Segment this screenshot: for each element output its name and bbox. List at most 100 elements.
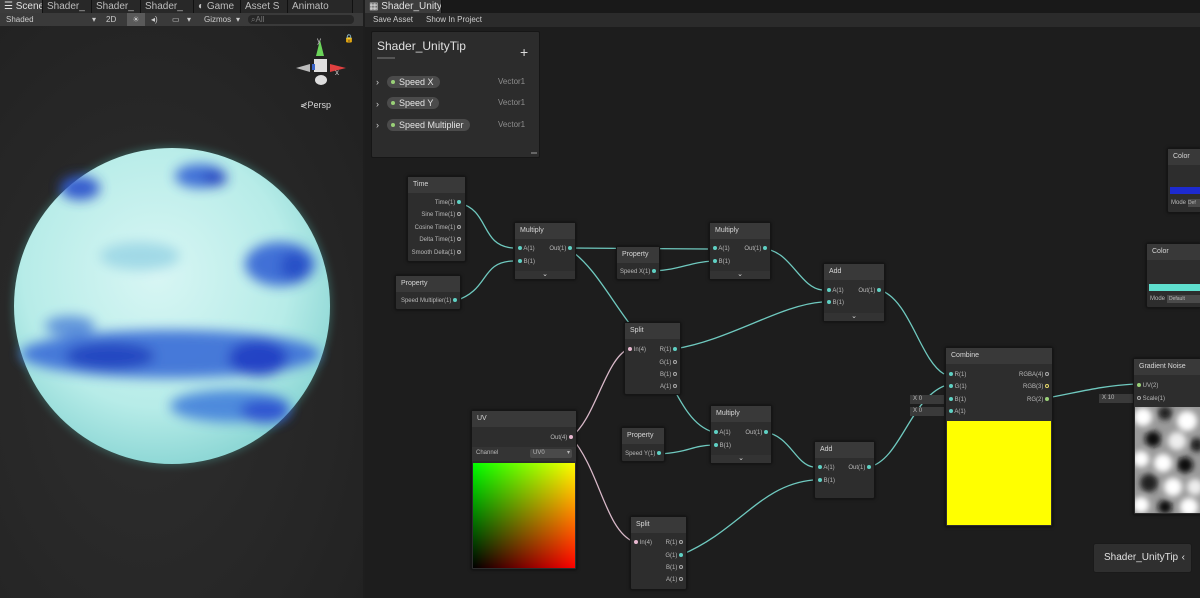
port-multiply2-a[interactable]: A(1) bbox=[713, 244, 730, 254]
node-gradient-noise[interactable]: Gradient Noise UV(2) Scale(1) bbox=[1133, 358, 1200, 515]
port-noise-scale[interactable]: Scale(1) bbox=[1137, 394, 1165, 404]
port-multiply3-out[interactable]: Out(1) bbox=[745, 428, 768, 438]
port-add1-b[interactable]: B(1) bbox=[827, 298, 844, 308]
node-color-1[interactable]: Color Mode Def bbox=[1167, 148, 1200, 213]
port-smooth-delta[interactable]: Smooth Delta(1) bbox=[412, 248, 461, 258]
node-title: Color bbox=[1147, 244, 1200, 260]
noise-scale-inline-input[interactable]: X 10 bbox=[1099, 394, 1135, 403]
port-speed-y-out[interactable]: Speed Y(1) bbox=[625, 449, 661, 459]
mode-dropdown[interactable]: Default bbox=[1167, 295, 1200, 303]
port-multiply1-out[interactable]: Out(1) bbox=[549, 244, 572, 254]
port-dot-icon bbox=[818, 478, 822, 483]
expand-chevron-icon[interactable]: › bbox=[376, 120, 379, 130]
port-dot-icon bbox=[827, 288, 831, 293]
property-speed-y[interactable]: Speed Y bbox=[387, 97, 440, 109]
node-color-2[interactable]: Color Mode Default bbox=[1146, 243, 1200, 308]
mode-dropdown[interactable]: Def bbox=[1188, 199, 1200, 207]
wire-time-multiply1 bbox=[458, 202, 514, 249]
port-combine-rgb[interactable]: RGB(3) bbox=[1023, 382, 1049, 392]
port-combine-b[interactable]: B(1) bbox=[949, 395, 966, 405]
channel-dropdown[interactable]: UV0 ▾ bbox=[530, 449, 572, 458]
port-add1-out[interactable]: Out(1) bbox=[858, 286, 881, 296]
port-dot-icon bbox=[867, 465, 871, 470]
node-uv[interactable]: UV Out(4) Channel UV0 ▾ bbox=[471, 410, 577, 570]
port-dot-icon bbox=[764, 430, 768, 435]
node-multiply-3[interactable]: Multiply A(1) B(1) Out(1) ⌄ bbox=[710, 405, 772, 464]
port-add2-a[interactable]: A(1) bbox=[818, 463, 835, 473]
port-split1-g[interactable]: G(1) bbox=[659, 358, 677, 368]
port-noise-uv[interactable]: UV(2) bbox=[1137, 381, 1158, 391]
port-uv-out[interactable]: Out(4) bbox=[550, 433, 573, 443]
port-cosine-time[interactable]: Cosine Time(1) bbox=[415, 223, 461, 233]
color-swatch[interactable] bbox=[1149, 284, 1200, 291]
port-add2-out[interactable]: Out(1) bbox=[848, 463, 871, 473]
combine-b-inline-input[interactable]: X 0 bbox=[910, 395, 944, 404]
port-add1-a[interactable]: A(1) bbox=[827, 286, 844, 296]
node-title: Split bbox=[631, 517, 686, 533]
port-multiply1-b[interactable]: B(1) bbox=[518, 257, 535, 267]
port-split2-r[interactable]: R(1) bbox=[666, 538, 683, 548]
port-combine-rg[interactable]: RG(2) bbox=[1027, 395, 1049, 405]
port-split2-b[interactable]: B(1) bbox=[666, 563, 683, 573]
property-speed-multiplier[interactable]: Speed Multiplier bbox=[387, 119, 470, 131]
property-speed-x[interactable]: Speed X bbox=[387, 76, 440, 88]
node-combine[interactable]: Combine R(1) G(1) B(1) A(1) RGBA(4) RGB(… bbox=[945, 347, 1053, 527]
port-split1-r[interactable]: R(1) bbox=[660, 345, 677, 355]
port-dot-icon bbox=[1137, 396, 1141, 401]
collapse-chevron-icon[interactable]: ⌄ bbox=[711, 455, 771, 463]
port-split2-in[interactable]: In(4) bbox=[634, 538, 652, 548]
port-delta-time[interactable]: Delta Time(1) bbox=[419, 235, 461, 245]
collapse-chevron-icon[interactable]: ⌄ bbox=[710, 271, 770, 279]
port-multiply3-b[interactable]: B(1) bbox=[714, 441, 731, 451]
port-dot-icon bbox=[1045, 384, 1049, 389]
wire-speedmult-multiply1 bbox=[454, 260, 514, 302]
resize-handle[interactable] bbox=[531, 152, 537, 154]
port-multiply1-a[interactable]: A(1) bbox=[518, 244, 535, 254]
node-property-speed-y[interactable]: Property Speed Y(1) bbox=[621, 427, 665, 462]
node-multiply-2[interactable]: Multiply A(1) B(1) Out(1) ⌄ bbox=[709, 222, 771, 280]
mode-label: Mode bbox=[1150, 296, 1166, 302]
expand-chevron-icon[interactable]: › bbox=[376, 99, 379, 109]
node-multiply-1[interactable]: Multiply A(1) B(1) Out(1) ⌄ bbox=[514, 222, 576, 280]
node-split-2[interactable]: Split In(4) R(1) G(1) B(1) A(1) bbox=[630, 516, 687, 590]
combine-a-inline-input[interactable]: X 0 bbox=[910, 407, 944, 416]
port-add2-b[interactable]: B(1) bbox=[818, 476, 835, 486]
node-add-1[interactable]: Add A(1) B(1) Out(1) ⌄ bbox=[823, 263, 885, 322]
port-combine-a[interactable]: A(1) bbox=[949, 407, 966, 417]
collapse-arrow-icon[interactable]: ‹ bbox=[1182, 544, 1185, 572]
port-dot-icon bbox=[949, 372, 953, 377]
port-split2-a[interactable]: A(1) bbox=[666, 575, 683, 585]
expand-chevron-icon[interactable]: › bbox=[376, 77, 379, 87]
dropdown-arrow-icon: ▾ bbox=[566, 450, 570, 456]
port-multiply2-b[interactable]: B(1) bbox=[713, 257, 730, 267]
subtitle-divider bbox=[377, 57, 395, 59]
property-type-speed-x: Vector1 bbox=[498, 77, 526, 86]
port-speed-x-out[interactable]: Speed X(1) bbox=[620, 267, 656, 277]
port-multiply2-out[interactable]: Out(1) bbox=[744, 244, 767, 254]
port-multiply3-a[interactable]: A(1) bbox=[714, 428, 731, 438]
add-property-button[interactable]: + bbox=[520, 44, 528, 60]
port-split1-a[interactable]: A(1) bbox=[660, 382, 677, 392]
node-title: Combine bbox=[946, 348, 1052, 364]
collapse-chevron-icon[interactable]: ⌄ bbox=[824, 313, 884, 321]
node-time[interactable]: Time Time(1) Sine Time(1) Cosine Time(1)… bbox=[407, 176, 466, 262]
blackboard-title: Shader_UnityTip bbox=[377, 39, 466, 53]
blackboard-panel[interactable]: Shader_UnityTip + › Speed X Vector1 › Sp… bbox=[371, 31, 540, 158]
node-add-2[interactable]: Add A(1) B(1) Out(1) bbox=[814, 441, 875, 499]
node-property-speed-x[interactable]: Property Speed X(1) bbox=[616, 246, 660, 280]
graph-name-badge[interactable]: Shader_UnityTip ‹ bbox=[1093, 543, 1192, 573]
port-dot-icon bbox=[518, 259, 522, 264]
port-split1-b[interactable]: B(1) bbox=[660, 370, 677, 380]
port-combine-rgba[interactable]: RGBA(4) bbox=[1019, 370, 1049, 380]
port-combine-r[interactable]: R(1) bbox=[949, 370, 966, 380]
port-sine-time[interactable]: Sine Time(1) bbox=[421, 210, 461, 220]
node-property-speed-multiplier[interactable]: Property Speed Multiplier(1) bbox=[395, 275, 461, 310]
port-speed-multiplier-out[interactable]: Speed Multiplier(1) bbox=[401, 296, 457, 306]
port-combine-g[interactable]: G(1) bbox=[949, 382, 967, 392]
port-time-out[interactable]: Time(1) bbox=[435, 198, 461, 208]
node-split-1[interactable]: Split In(4) R(1) G(1) B(1) A(1) bbox=[624, 322, 681, 395]
color-swatch[interactable] bbox=[1170, 187, 1200, 194]
port-split1-in[interactable]: In(4) bbox=[628, 345, 646, 355]
collapse-chevron-icon[interactable]: ⌄ bbox=[515, 271, 575, 279]
port-split2-g[interactable]: G(1) bbox=[665, 551, 683, 561]
